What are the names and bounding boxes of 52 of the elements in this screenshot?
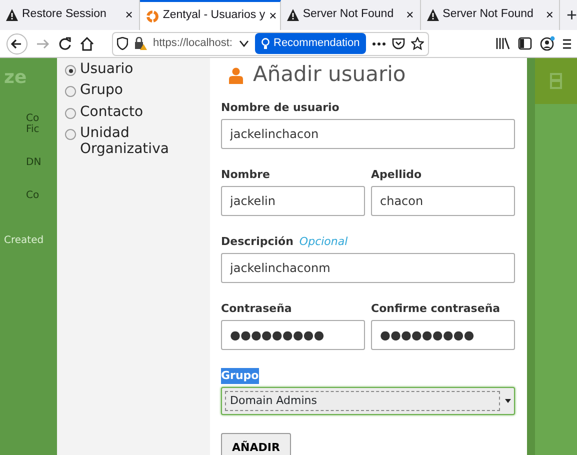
home-icon[interactable] [80,36,94,50]
input-field[interactable]: jackelin [221,186,365,216]
more-icon[interactable] [372,42,386,46]
account-icon[interactable] [540,36,555,51]
footer-text: Created [4,234,45,248]
chevron-icon[interactable] [238,40,248,48]
menu-icon[interactable] [563,38,571,50]
reload-icon[interactable] [58,36,72,50]
ring-icon [146,10,159,22]
address-bar[interactable]: https://localhost: Recommendation [112,32,429,56]
new-tab-button[interactable]: + [566,2,577,28]
input-field[interactable]: ●●●●●●●●● [221,320,365,350]
warning-icon [6,9,18,21]
star-icon[interactable] [410,37,424,50]
field-label: Nombre [221,166,270,183]
input-field[interactable]: ●●●●●●●●● [371,320,515,350]
optional-hint: Opcional [299,234,348,250]
pocket-icon[interactable] [392,38,405,50]
library-icon[interactable] [496,37,510,50]
lock-icon [134,37,147,50]
input-field[interactable]: jackelinchaconm [221,253,515,283]
warning-icon [286,9,299,21]
browser-tab[interactable]: Zentyal - Usuarios y × [140,0,281,30]
shield-icon [117,37,128,50]
sidebar-icon[interactable] [518,37,532,50]
close-icon[interactable]: × [406,5,414,25]
field-label: Grupo [221,368,259,384]
input-field[interactable]: chacon [371,186,515,216]
radio-option[interactable]: Usuario [65,62,202,78]
radio-option[interactable]: Grupo [65,83,202,99]
field-label: Descripción [221,234,294,250]
caret-icon [505,399,511,403]
warning-icon [426,9,439,21]
radio-option[interactable]: Contacto [65,104,202,120]
person-icon [229,66,243,84]
input-field[interactable]: jackelinchacon [221,119,515,149]
field-label: Confirme contraseña [371,300,500,317]
field-label: Nombre de usuario [221,100,340,116]
close-icon[interactable]: × [546,5,554,25]
save-icon [550,73,562,89]
bulb-icon [260,38,270,50]
back-icon[interactable] [6,32,28,54]
field-label: Contraseña [221,300,292,317]
close-icon[interactable]: × [125,5,133,25]
recommendation-button[interactable]: Recommendation [254,33,366,54]
group-select[interactable]: Domain Admins [221,387,515,415]
field-label: Apellido [371,166,422,183]
close-icon[interactable]: × [269,6,277,26]
url-text: https://localhost: [153,36,232,52]
form-title: Añadir usuario [253,61,406,88]
submit-button[interactable]: AÑADIR [221,433,291,455]
radio-option[interactable]: Unidad Organizativa [65,126,202,157]
